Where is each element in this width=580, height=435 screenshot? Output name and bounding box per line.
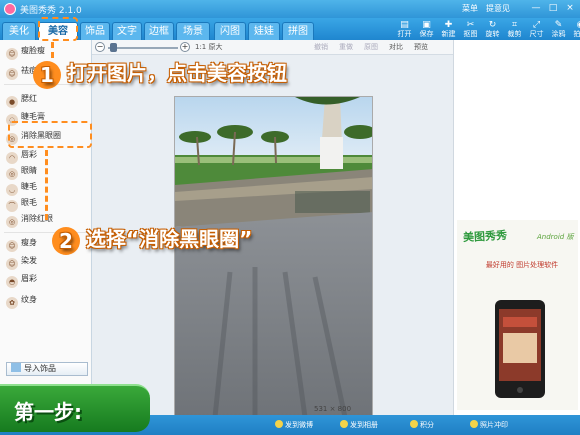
- sidebar-item-slim-face[interactable]: ☺ 瘦脸瘦: [6, 44, 88, 60]
- ad-android-label: Android 版: [537, 233, 574, 241]
- body-icon: ☺: [6, 240, 18, 252]
- menu-button[interactable]: 菜单: [462, 3, 478, 14]
- print-icon: [470, 420, 478, 428]
- step2-callout: 2 选择“消除黑眼圈”: [52, 223, 252, 255]
- phone-illustration: [495, 300, 545, 398]
- android-ad-banner[interactable]: 美图秀秀 Android 版 最好用的 图片处理软件: [457, 220, 578, 410]
- editor-toolbar: − + 1:1 原大 撤销 重做 原图 对比 预览: [92, 40, 453, 55]
- face-icon: ☺: [6, 68, 18, 80]
- tab-scene[interactable]: 场景: [176, 22, 210, 40]
- right-panel: 美图秀秀 Android 版 最好用的 图片处理软件: [453, 40, 580, 415]
- image-size-label: 531 × 800: [314, 405, 352, 413]
- eyebrow-icon: ⌒: [6, 200, 18, 212]
- photo-canvas[interactable]: [174, 96, 373, 416]
- import-icon: [11, 363, 21, 372]
- rotate-button[interactable]: ↻ 旋转: [483, 20, 502, 40]
- maximize-button[interactable]: □: [547, 3, 559, 14]
- tab-doll[interactable]: 娃娃: [248, 22, 280, 40]
- sidebar-item-tattoo[interactable]: ✿ 纹身: [6, 293, 88, 309]
- points-icon: [410, 420, 418, 428]
- blush-icon: ●: [6, 96, 18, 108]
- sidebar-item-hair-dye[interactable]: ☺ 染发: [6, 254, 88, 270]
- tab-collage[interactable]: 拼图: [282, 22, 314, 40]
- crop-button[interactable]: ⌗ 裁剪: [505, 20, 524, 40]
- app-logo-icon: [4, 3, 16, 15]
- step1-callout: 1 打开图片，点击美容按钮: [33, 57, 287, 89]
- step1-text: 打开图片，点击美容按钮: [67, 61, 287, 85]
- tab-border[interactable]: 边框: [144, 22, 174, 40]
- feedback-link[interactable]: 提意见: [486, 3, 510, 14]
- undo-button[interactable]: 撤销: [314, 42, 328, 52]
- ad-slogan: 最好用的 图片处理软件: [485, 261, 559, 269]
- preview-button[interactable]: 预览: [414, 42, 428, 52]
- brow-icon: ◓: [6, 276, 18, 288]
- title-bar: 美图秀秀 2.1.0 菜单 提意见 — □ ×: [0, 0, 580, 18]
- step1-number: 1: [33, 60, 61, 89]
- hair-icon: ☺: [6, 258, 18, 270]
- sidebar-item-brow-color[interactable]: ◓ 眉彩: [6, 272, 88, 288]
- ad-title: 美图秀秀: [462, 228, 508, 245]
- compare-button[interactable]: 对比: [389, 42, 403, 52]
- arrow-step2: [45, 150, 48, 220]
- close-button[interactable]: ×: [564, 3, 576, 14]
- arrow-step1: [51, 42, 54, 58]
- step2-number: 2: [52, 226, 80, 255]
- tab-beautify[interactable]: 美化: [2, 22, 36, 40]
- import-accessories-button[interactable]: 导入饰品: [6, 362, 88, 376]
- zoom-out-button[interactable]: −: [95, 42, 105, 52]
- cutout-button[interactable]: ✂ 抠图: [461, 20, 480, 40]
- highlight-beauty-tab: [38, 17, 78, 41]
- open-button[interactable]: ▤ 打开: [395, 20, 414, 40]
- tattoo-icon: ✿: [6, 297, 18, 309]
- app-title: 美图秀秀 2.1.0: [20, 6, 82, 16]
- doodle-button[interactable]: ✎ 涂鸦: [549, 20, 568, 40]
- tab-text[interactable]: 文字: [112, 22, 142, 40]
- original-size-button[interactable]: 1:1 原大: [195, 42, 223, 52]
- album-icon: [340, 420, 348, 428]
- resize-button[interactable]: ⤢ 尺寸: [527, 20, 546, 40]
- photo-image: [175, 97, 372, 415]
- points-button[interactable]: 积分: [410, 420, 434, 430]
- redo-button[interactable]: 重做: [339, 42, 353, 52]
- zoom-slider-thumb[interactable]: [110, 43, 117, 52]
- highlight-dark-circles: [8, 121, 92, 148]
- face-icon: ☺: [6, 48, 18, 60]
- title-menu: 菜单 提意见: [462, 3, 510, 14]
- eyelash-icon: ◡: [6, 184, 18, 196]
- main-toolbar: ▤打开 ▣保存 ✚新建 ✂抠图 ↻旋转 ⌗裁剪 ⤢尺寸 ✎涂鸦 ◉拍照: [395, 20, 580, 40]
- step2-text: 选择“消除黑眼圈”: [86, 227, 253, 251]
- photo-print-button[interactable]: 照片冲印: [470, 420, 508, 430]
- eye-icon: ◎: [6, 168, 18, 180]
- tab-flash[interactable]: 闪图: [214, 22, 246, 40]
- zoom-in-button[interactable]: +: [180, 42, 190, 52]
- new-button[interactable]: ✚ 新建: [439, 20, 458, 40]
- original-button[interactable]: 原图: [364, 42, 378, 52]
- window-controls: — □ ×: [530, 3, 576, 14]
- eye-icon: ◎: [6, 216, 18, 228]
- share-album-button[interactable]: 发到相册: [340, 420, 378, 430]
- step-badge-text: 第一步:: [14, 400, 82, 424]
- weibo-icon: [275, 420, 283, 428]
- tab-accessories[interactable]: 饰品: [80, 22, 110, 40]
- sidebar-item-blush[interactable]: ● 腮红: [6, 92, 88, 108]
- camera-button[interactable]: ◉拍照: [571, 20, 580, 40]
- share-weibo-button[interactable]: 发到微博: [275, 420, 313, 430]
- save-button[interactable]: ▣ 保存: [417, 20, 436, 40]
- minimize-button[interactable]: —: [530, 3, 542, 14]
- zoom-slider-track[interactable]: [108, 47, 178, 49]
- step-badge: 第一步:: [0, 384, 150, 432]
- material-thumbnail-area[interactable]: [457, 43, 578, 203]
- lips-icon: ◠: [6, 152, 18, 164]
